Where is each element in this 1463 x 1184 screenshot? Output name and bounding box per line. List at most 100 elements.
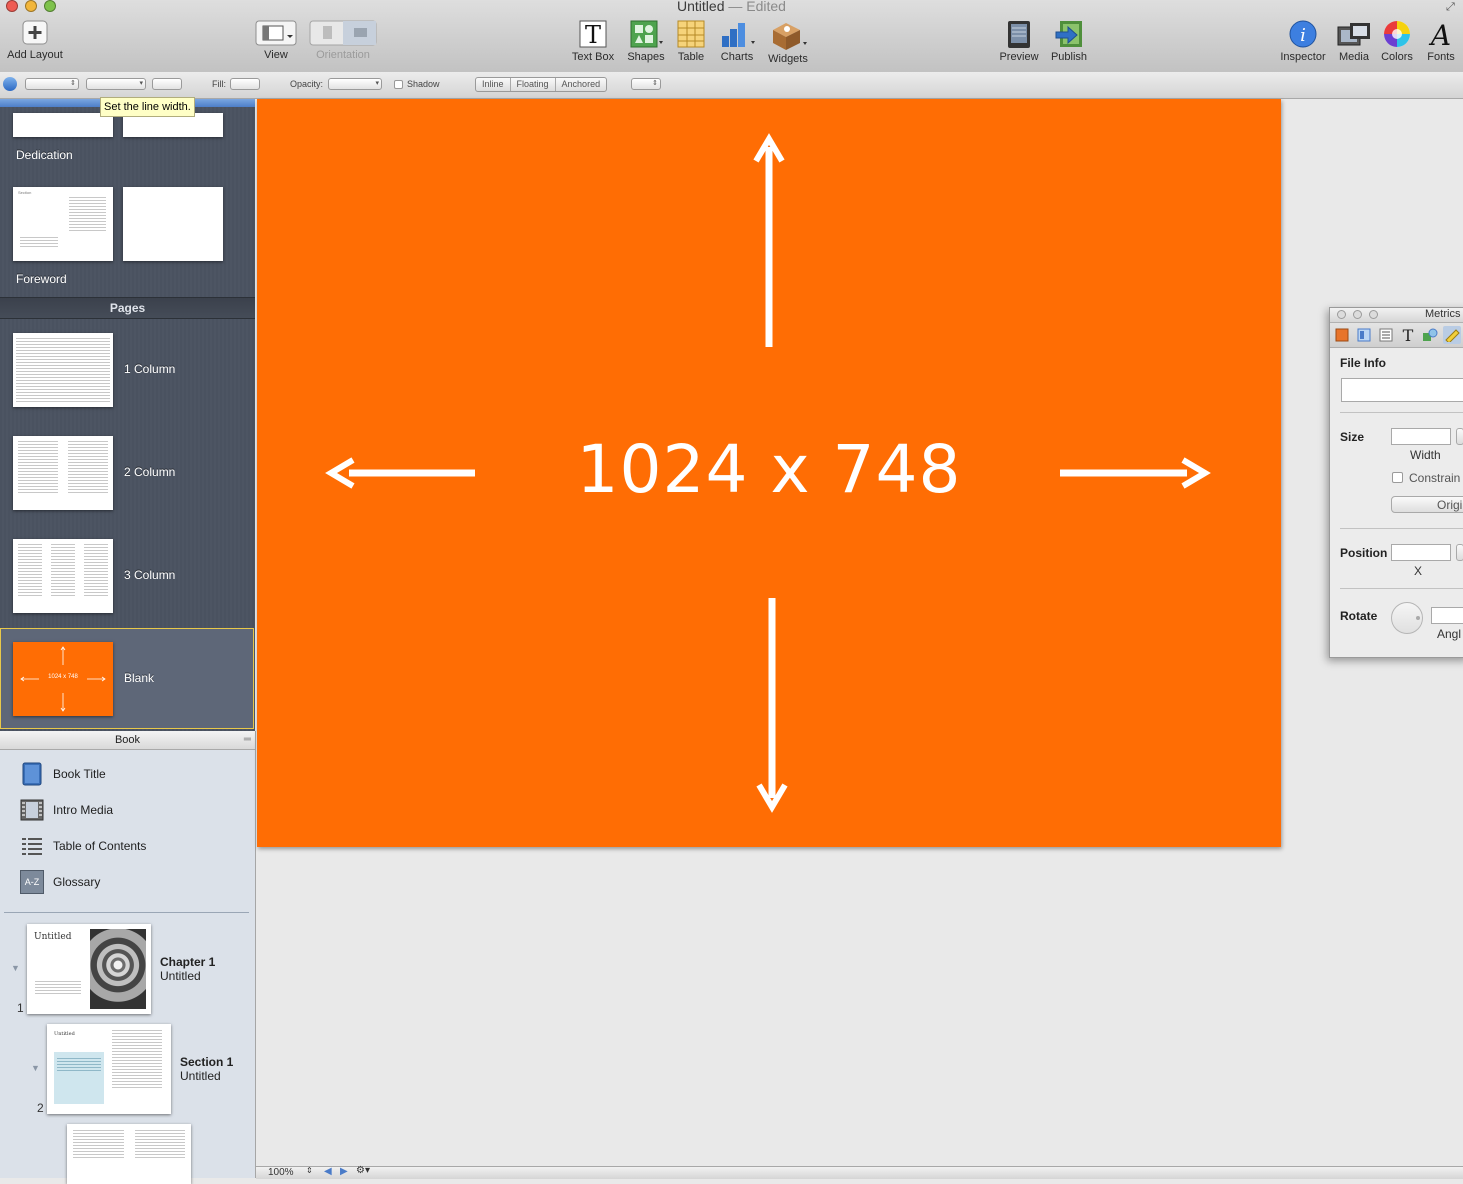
foreword-thumb-heading: Section <box>18 190 32 195</box>
table-button[interactable]: Table <box>672 20 710 63</box>
wrap-segmented-control[interactable]: Inline Floating Anchored <box>475 77 608 92</box>
page-thumb-3[interactable] <box>67 1124 191 1184</box>
widgets-label: Widgets <box>768 53 808 65</box>
text-box-label: Text Box <box>571 51 615 63</box>
wrap-anchored[interactable]: Anchored <box>556 78 607 91</box>
shadow-checkbox[interactable] <box>394 80 403 89</box>
width-field[interactable] <box>1391 428 1451 445</box>
foreword-thumb-2[interactable] <box>123 187 223 261</box>
fullscreen-icon[interactable]: ⤢ <box>1446 1 1455 14</box>
book-sidebar: Book ═ Book Title Intro Media Table of C… <box>0 731 256 1184</box>
book-item-glossary[interactable]: A-Z Glossary <box>20 867 100 897</box>
page-canvas[interactable]: 1024 x 748 <box>257 99 1281 847</box>
text-box-button[interactable]: T Text Box <box>566 20 620 63</box>
next-page-icon[interactable]: ▶ <box>340 1166 348 1177</box>
shapes-button[interactable]: Shapes <box>624 20 668 63</box>
intro-media-label: Intro Media <box>53 803 114 817</box>
position-x-stepper[interactable] <box>1456 544 1463 561</box>
blank-thumb[interactable]: 1024 x 748 <box>13 642 113 716</box>
three-column-thumb[interactable] <box>13 539 113 613</box>
text-inspector-tab[interactable]: T <box>1399 326 1417 345</box>
opacity-popup[interactable]: ▾ <box>328 78 382 90</box>
zoom-stepper-icon[interactable]: ⇕ <box>306 1166 313 1175</box>
angle-field[interactable] <box>1431 607 1463 624</box>
wrap-inspector-tab[interactable] <box>1377 326 1395 344</box>
section-subtitle: Untitled <box>180 1069 221 1083</box>
view-button[interactable]: View <box>253 20 299 61</box>
rotate-knob[interactable] <box>1391 602 1423 634</box>
foreword-thumb-1[interactable]: Section <box>13 187 113 261</box>
add-layout-button[interactable]: Add Layout <box>3 20 67 61</box>
dedication-label: Dedication <box>16 148 73 162</box>
book-item-book-title[interactable]: Book Title <box>20 759 106 789</box>
three-column-label: 3 Column <box>124 568 176 582</box>
media-label: Media <box>1339 51 1369 63</box>
inspector-titlebar: Metrics <box>1330 308 1463 323</box>
resize-handle-icon[interactable]: ═ <box>244 731 251 749</box>
inspector-minimize-button[interactable] <box>1353 310 1362 319</box>
inspector-close-button[interactable] <box>1337 310 1346 319</box>
window-title: Untitled — Edited <box>677 0 786 14</box>
chapter-page-number: 1 <box>17 1001 24 1015</box>
constrain-checkbox[interactable] <box>1392 472 1403 483</box>
styles-drawer-icon[interactable] <box>3 77 17 91</box>
canvas-area: 1024 x 748 <box>256 99 1463 1166</box>
wrap-options-popup[interactable]: ⇕ <box>631 78 661 90</box>
chapter-thumb[interactable]: Untitled <box>27 924 151 1014</box>
file-info-field[interactable] <box>1341 378 1463 402</box>
chapter-disclosure-icon[interactable]: ▼ <box>11 963 20 973</box>
wrap-inline[interactable]: Inline <box>476 78 511 91</box>
width-stepper[interactable] <box>1456 428 1463 445</box>
preview-label: Preview <box>999 51 1039 63</box>
line-color-well[interactable] <box>152 78 182 90</box>
publish-label: Publish <box>1050 51 1088 63</box>
document-inspector-tab[interactable] <box>1333 326 1351 344</box>
layout-inspector-tab[interactable] <box>1355 326 1373 344</box>
orientation-button[interactable]: Orientation <box>305 20 381 61</box>
shadow-label: Shadow <box>407 79 440 89</box>
previous-page-icon[interactable]: ◀ <box>324 1166 332 1177</box>
metrics-inspector: Metrics T File Info Size Width Constrain… <box>1329 307 1463 658</box>
colors-button[interactable]: Colors <box>1378 20 1416 63</box>
dedication-thumb-1[interactable] <box>13 113 113 137</box>
fonts-label: Fonts <box>1427 51 1455 63</box>
charts-button[interactable]: Charts <box>714 20 760 63</box>
blank-layout-row[interactable]: 1024 x 748 Blank <box>0 628 254 729</box>
size-label: Size <box>1340 430 1365 444</box>
fonts-button[interactable]: A Fonts <box>1422 20 1460 63</box>
ipad-preview-icon <box>1008 21 1030 48</box>
inspector-zoom-button[interactable] <box>1369 310 1378 319</box>
section-disclosure-icon[interactable]: ▼ <box>31 1063 40 1073</box>
original-size-button[interactable]: Origi <box>1391 496 1463 513</box>
table-of-contents-label: Table of Contents <box>53 839 147 853</box>
graphic-inspector-tab[interactable] <box>1421 326 1439 344</box>
publish-button[interactable]: Publish <box>1046 20 1092 63</box>
one-column-thumb[interactable] <box>13 333 113 407</box>
media-icon <box>1337 23 1370 46</box>
gear-icon[interactable]: ⚙▾ <box>356 1165 370 1176</box>
add-layout-label: Add Layout <box>7 49 63 61</box>
line-width-popup[interactable]: ▾ <box>86 78 146 90</box>
inspector-tabs: T <box>1330 323 1463 348</box>
book-item-table-of-contents[interactable]: Table of Contents <box>20 831 146 861</box>
inspector-button[interactable]: i Inspector <box>1276 20 1330 63</box>
book-item-intro-media[interactable]: Intro Media <box>20 795 113 825</box>
charts-label: Charts <box>720 51 754 63</box>
text-box-icon: T <box>579 20 607 48</box>
line-style-popup[interactable]: ⇕ <box>25 78 79 90</box>
inspector-separator <box>1340 528 1463 529</box>
position-x-field[interactable] <box>1391 544 1451 561</box>
metrics-inspector-tab[interactable] <box>1443 326 1461 344</box>
two-column-thumb[interactable] <box>13 436 113 510</box>
original-size-label: Origi <box>1437 498 1463 512</box>
widgets-button[interactable]: Widgets <box>764 20 812 65</box>
line-width-tooltip: Set the line width. <box>100 97 195 117</box>
zoom-level[interactable]: 100% <box>268 1167 294 1178</box>
section-thumb[interactable]: Untitled <box>47 1024 171 1114</box>
fill-color-well[interactable] <box>230 78 260 90</box>
x-label: X <box>1414 564 1423 578</box>
chapter-thumb-photo <box>90 929 146 1009</box>
wrap-floating[interactable]: Floating <box>511 78 556 91</box>
preview-button[interactable]: Preview <box>996 20 1042 63</box>
media-button[interactable]: Media <box>1334 20 1374 63</box>
